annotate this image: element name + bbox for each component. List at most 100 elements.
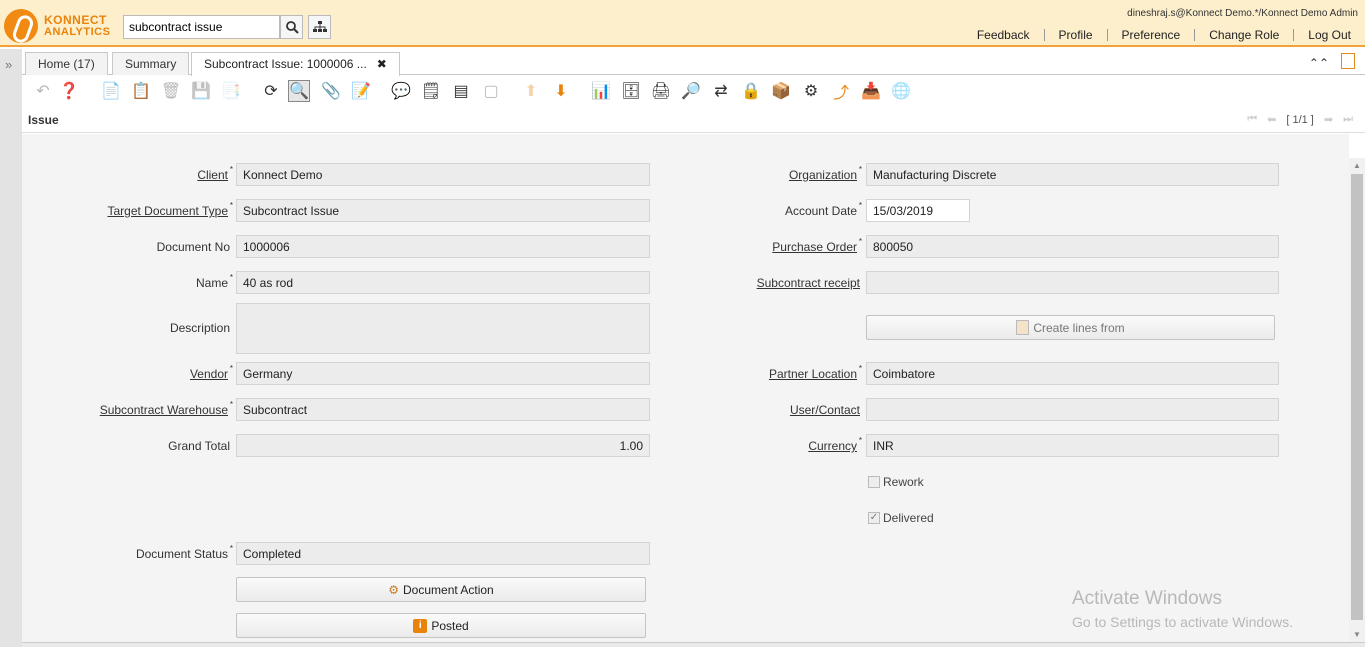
scroll-down-icon[interactable]: ▼ <box>1353 630 1361 639</box>
vendor-field[interactable]: Germany <box>236 362 650 385</box>
vendor-label[interactable]: Vendor * <box>190 364 233 381</box>
tab-home[interactable]: Home (17) <box>25 52 108 75</box>
target-document-type-field[interactable]: Subcontract Issue <box>236 199 650 222</box>
save-icon[interactable]: 💾 <box>190 80 212 102</box>
rework-checkbox[interactable] <box>868 476 880 488</box>
delete-icon[interactable]: 🗑 <box>160 80 182 102</box>
preference-link[interactable]: Preference <box>1106 29 1195 41</box>
logo-text-2: ANALYTICS <box>44 26 111 38</box>
translate-icon[interactable]: 🌐 <box>890 80 912 102</box>
create-lines-from-button[interactable]: Create lines from <box>866 315 1275 340</box>
currency-label[interactable]: Currency * <box>808 436 862 453</box>
document-status-field[interactable]: Completed <box>236 542 650 565</box>
next-record-icon[interactable]: ⬇ <box>550 80 572 102</box>
first-record-icon[interactable]: ⏮ <box>1247 113 1257 126</box>
name-label: Name * <box>195 273 233 290</box>
rework-label: Rework <box>883 475 924 489</box>
prev-record-icon[interactable]: ⬅ <box>1267 113 1276 126</box>
document-no-field[interactable]: 1000006 <box>236 235 650 258</box>
document-action-button[interactable]: ⚙ Document Action <box>236 577 646 602</box>
currency-field[interactable]: INR <box>866 434 1279 457</box>
toolbar: ↶ ❓ 📄 📋 🗑 💾 📑 ⟳ 🔍 📎 📝 💬 🗒 ▤ ▢ ⬆ ⬇ 📊 🗄 🖨 … <box>22 76 1365 108</box>
subcontract-receipt-label[interactable]: Subcontract receipt <box>757 276 860 290</box>
tab-title: Issue <box>28 113 59 127</box>
tab-subcontract-issue-label: Subcontract Issue: 1000006 ... <box>204 57 367 71</box>
new-window-icon[interactable] <box>1341 53 1355 69</box>
postit-icon[interactable]: 🗒 <box>420 80 442 102</box>
subcontract-warehouse-label[interactable]: Subcontract Warehouse * <box>100 400 233 417</box>
organization-field[interactable]: Manufacturing Discrete <box>866 163 1279 186</box>
new-record-icon[interactable]: 📄 <box>100 80 122 102</box>
find-icon[interactable]: 🔍 <box>288 80 310 102</box>
file-import-icon[interactable]: 📥 <box>860 80 882 102</box>
log-out-link[interactable]: Log Out <box>1293 29 1365 41</box>
copy-record-icon[interactable]: 📋 <box>130 80 152 102</box>
partner-location-field[interactable]: Coimbatore <box>866 362 1279 385</box>
activate-windows-subtitle: Go to Settings to activate Windows. <box>1072 614 1293 630</box>
collapse-icon[interactable]: ⌃⌃ <box>1309 56 1329 70</box>
process-icon[interactable]: ⚙ <box>800 80 822 102</box>
partner-location-label[interactable]: Partner Location * <box>769 364 862 381</box>
parent-icon[interactable]: ▢ <box>480 80 502 102</box>
chat-icon[interactable]: 💬 <box>390 80 412 102</box>
previous-record-icon[interactable]: ⬆ <box>520 80 542 102</box>
note-icon[interactable]: 📝 <box>350 80 372 102</box>
expand-panel-icon[interactable]: » <box>5 57 12 72</box>
info-icon: i <box>413 618 428 633</box>
report-icon[interactable]: 📊 <box>590 80 612 102</box>
posted-label: Posted <box>431 618 469 633</box>
purchase-order-label[interactable]: Purchase Order * <box>772 237 862 254</box>
scroll-up-icon[interactable]: ▲ <box>1353 161 1361 170</box>
document-status-label: Document Status * <box>135 544 233 561</box>
archive-icon[interactable]: 🗄 <box>620 80 642 102</box>
next-record-nav-icon[interactable]: ➡ <box>1324 113 1333 126</box>
west-panel-collapsed[interactable]: » <box>0 49 22 647</box>
menu-search-input[interactable] <box>123 15 280 39</box>
refresh-icon[interactable]: ⟳ <box>260 80 282 102</box>
help-icon[interactable]: ❓ <box>58 80 80 102</box>
activate-windows-title: Activate Windows <box>1072 588 1222 609</box>
workflow-icon[interactable]: ⇄ <box>710 80 732 102</box>
search-button[interactable] <box>280 15 303 39</box>
save-new-icon[interactable]: 📑 <box>220 80 242 102</box>
scroll-thumb[interactable] <box>1351 174 1363 620</box>
feedback-link[interactable]: Feedback <box>963 29 1044 41</box>
close-tab-icon[interactable]: ✖ <box>377 57 387 71</box>
sitemap-button[interactable] <box>308 15 331 39</box>
target-document-type-label[interactable]: Target Document Type * <box>107 201 233 218</box>
subcontract-receipt-field[interactable] <box>866 271 1279 294</box>
tab-summary[interactable]: Summary <box>112 52 190 75</box>
posted-button[interactable]: i Posted <box>236 613 646 638</box>
document-no-label: Document No <box>156 240 230 254</box>
purchase-order-field[interactable]: 800050 <box>866 235 1279 258</box>
grand-total-field[interactable]: 1.00 <box>236 434 650 457</box>
tab-subcontract-issue[interactable]: Subcontract Issue: 1000006 ... ✖ <box>191 52 400 76</box>
grand-total-label: Grand Total <box>168 439 230 453</box>
description-textarea[interactable] <box>236 303 650 354</box>
change-role-link[interactable]: Change Role <box>1194 29 1293 41</box>
client-label[interactable]: Client * <box>197 165 233 182</box>
vertical-scrollbar[interactable]: ▲ ▼ <box>1349 158 1365 642</box>
organization-label[interactable]: Organization * <box>789 165 862 182</box>
subcontract-warehouse-field[interactable]: Subcontract <box>236 398 650 421</box>
undo-icon[interactable]: ↶ <box>32 80 54 102</box>
account-date-field[interactable]: 15/03/2019 <box>866 199 970 222</box>
attachment-icon[interactable]: 📎 <box>320 80 342 102</box>
lock-icon[interactable]: 🔒 <box>740 80 762 102</box>
document-icon <box>1016 320 1030 335</box>
profile-link[interactable]: Profile <box>1043 29 1107 41</box>
app-logo[interactable]: KONNECT ANALYTICS <box>2 7 120 43</box>
client-field[interactable]: Konnect Demo <box>236 163 650 186</box>
form-panel: Client * Konnect Demo Target Document Typ… <box>22 134 1349 642</box>
last-record-icon[interactable]: ⏭ <box>1343 113 1353 126</box>
print-icon[interactable]: 🖨 <box>650 80 672 102</box>
export-icon[interactable]: ⤴ <box>830 80 852 102</box>
user-contact-field[interactable] <box>866 398 1279 421</box>
zoom-across-icon[interactable]: 🔎 <box>680 80 702 102</box>
delivered-checkbox[interactable]: ✓ <box>868 512 880 524</box>
product-info-icon[interactable]: 📦 <box>770 80 792 102</box>
user-contact-label[interactable]: User/Contact <box>790 403 860 417</box>
name-field[interactable]: 40 as rod <box>236 271 650 294</box>
document-action-label: Document Action <box>403 582 494 597</box>
detail-icon[interactable]: ▤ <box>450 80 472 102</box>
